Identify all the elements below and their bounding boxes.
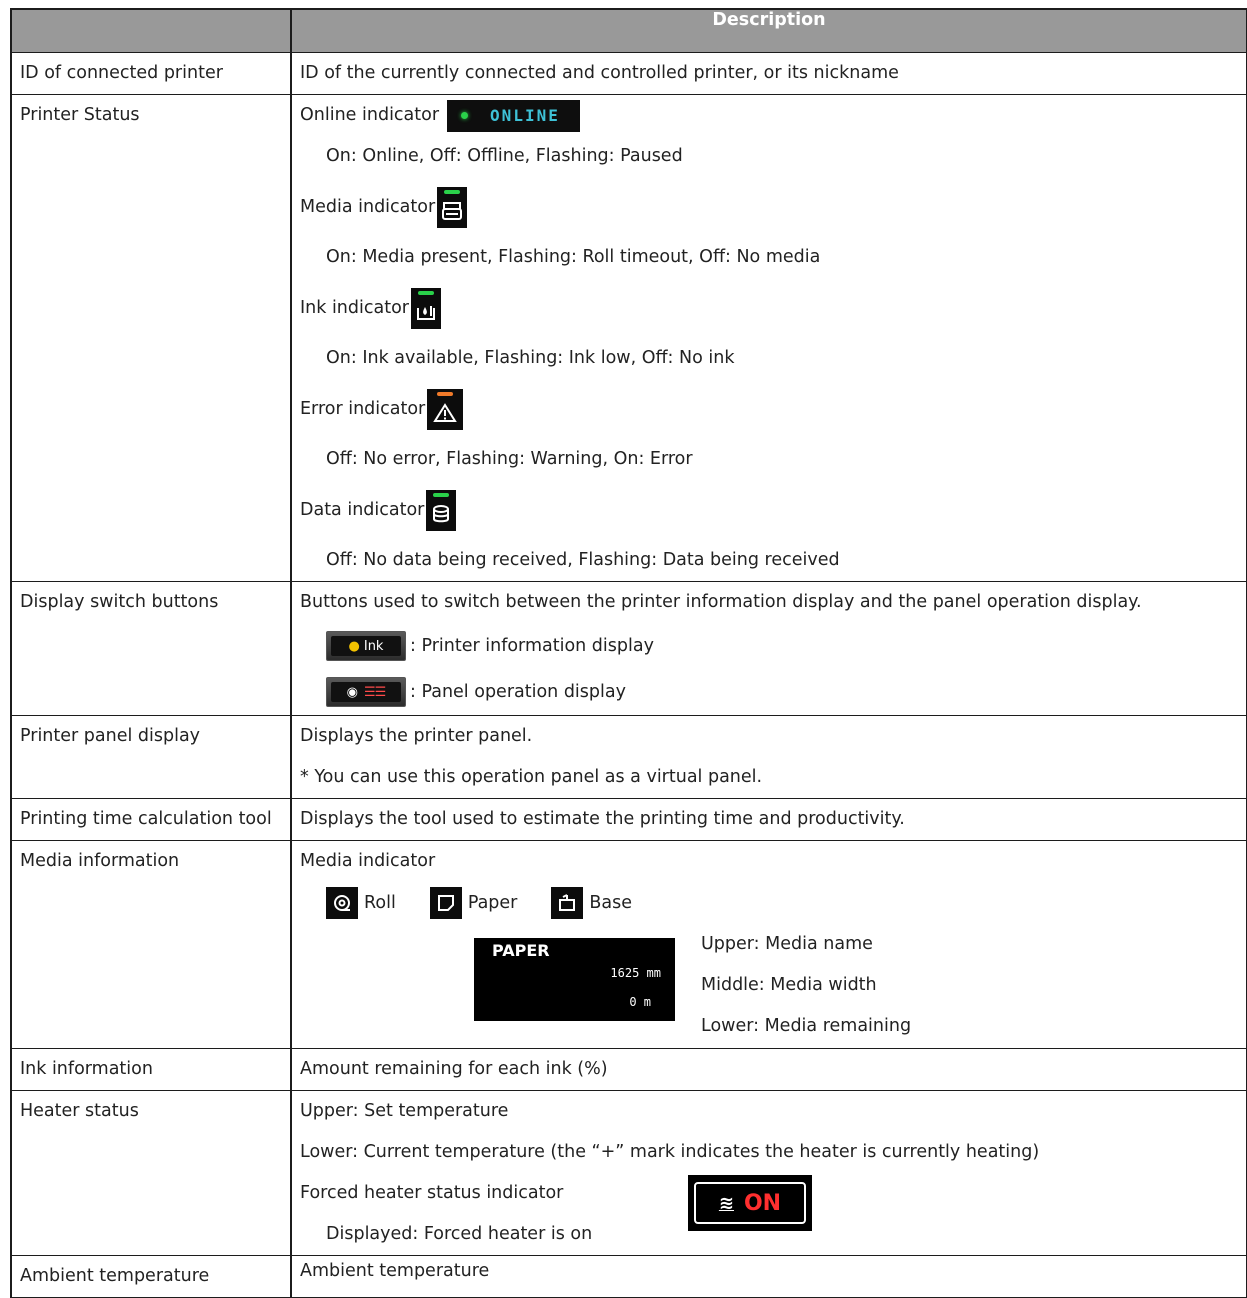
- row-desc: Amount remaining for each ink (%): [300, 1059, 608, 1079]
- heater-icon: ≋: [718, 1192, 734, 1214]
- description-table: Description ID of connected printer ID o…: [10, 8, 1247, 1298]
- panel-display-button[interactable]: ◉ ☰☰: [326, 677, 406, 707]
- media-name-value: PAPER: [492, 941, 550, 960]
- roll-icon: [326, 887, 358, 919]
- media-remaining-value: 0 m: [629, 995, 651, 1009]
- ink-button-text: Ink: [363, 638, 384, 654]
- row-label: Ink information: [20, 1059, 153, 1079]
- table-row: Ink information Amount remaining for eac…: [10, 1048, 1247, 1091]
- table-row: Ambient temperature Ambient temperature: [10, 1255, 1247, 1298]
- row-label: Media information: [20, 851, 180, 871]
- heater-on-text: ON: [743, 1190, 782, 1216]
- table-row: Printing time calculation tool Displays …: [10, 798, 1247, 841]
- media-indicator-label: Media indicator: [300, 196, 436, 217]
- header-col-item: [10, 8, 292, 53]
- online-badge: ONLINE: [447, 99, 581, 132]
- header-col-description: Description: [290, 8, 1247, 53]
- media-states: On: Media present, Flashing: Roll timeou…: [326, 247, 821, 267]
- online-badge-text: ONLINE: [490, 106, 560, 125]
- row-desc: Displays the printer panel.: [300, 726, 533, 746]
- data-indicator-icon: [426, 489, 457, 531]
- data-states: Off: No data being received, Flashing: D…: [326, 550, 840, 570]
- document-page: Description ID of connected printer ID o…: [0, 0, 1247, 1298]
- row-desc: Buttons used to switch between the print…: [300, 592, 1142, 612]
- media-lower-desc: Lower: Media remaining: [701, 1016, 912, 1036]
- heater-lower-desc: Lower: Current temperature (the “+” mark…: [300, 1142, 1040, 1162]
- row-label: Heater status: [20, 1101, 139, 1121]
- forced-heater-on-badge: ≋ ON: [688, 1175, 812, 1231]
- table-row: Display switch buttons Buttons used to s…: [10, 581, 1247, 716]
- row-label: Printer panel display: [20, 726, 201, 746]
- row-label: Display switch buttons: [20, 592, 219, 612]
- error-states: Off: No error, Flashing: Warning, On: Er…: [326, 449, 693, 469]
- printer-info-display-desc: : Printer information display: [410, 635, 654, 656]
- base-icon: [551, 887, 584, 919]
- ink-display-button[interactable]: ● Ink: [326, 631, 406, 661]
- table-row: ID of connected printer ID of the curren…: [10, 52, 1247, 95]
- error-indicator-icon: [427, 388, 464, 430]
- table-row: Heater status Upper: Set temperature Low…: [10, 1090, 1247, 1256]
- media-info-display: PAPER 1625 mm 0 m: [474, 938, 675, 1021]
- table-row: Media information Media indicator Roll P…: [10, 840, 1247, 1049]
- online-indicator-label: Online indicator: [300, 105, 440, 125]
- row-note: * You can use this operation panel as a …: [300, 767, 763, 787]
- ink-indicator-icon: [410, 287, 441, 329]
- row-label: Printing time calculation tool: [20, 809, 272, 829]
- row-label: Ambient temperature: [20, 1266, 210, 1286]
- table-row: Printer panel display Displays the print…: [10, 715, 1247, 799]
- heater-upper-desc: Upper: Set temperature: [300, 1101, 509, 1121]
- row-desc: Displays the tool used to estimate the p…: [300, 809, 905, 829]
- paper-label: Paper: [467, 893, 518, 913]
- row-label: Printer Status: [20, 105, 140, 125]
- online-dot-icon: [461, 112, 469, 119]
- ink-indicator-label: Ink indicator: [300, 297, 409, 318]
- media-indicator-icon: [437, 186, 468, 228]
- media-width-value: 1625 mm: [610, 966, 661, 980]
- error-indicator-label: Error indicator: [300, 398, 426, 419]
- paper-icon: [429, 887, 462, 919]
- roll-label: Roll: [364, 893, 396, 913]
- table-header: Description: [10, 8, 1247, 53]
- media-middle-desc: Middle: Media width: [701, 975, 877, 995]
- media-upper-desc: Upper: Media name: [701, 934, 873, 954]
- online-states: On: Online, Off: Offline, Flashing: Paus…: [326, 146, 683, 166]
- panel-operation-display-desc: : Panel operation display: [410, 681, 626, 702]
- row-label: ID of connected printer: [20, 63, 223, 83]
- data-indicator-label: Data indicator: [300, 499, 425, 520]
- table-row: Printer Status Online indicator ONLINE O…: [10, 94, 1247, 582]
- ink-states: On: Ink available, Flashing: Ink low, Of…: [326, 348, 735, 368]
- row-desc: ID of the currently connected and contro…: [300, 63, 899, 83]
- base-label: Base: [589, 893, 632, 913]
- media-indicator-label: Media indicator: [300, 851, 436, 871]
